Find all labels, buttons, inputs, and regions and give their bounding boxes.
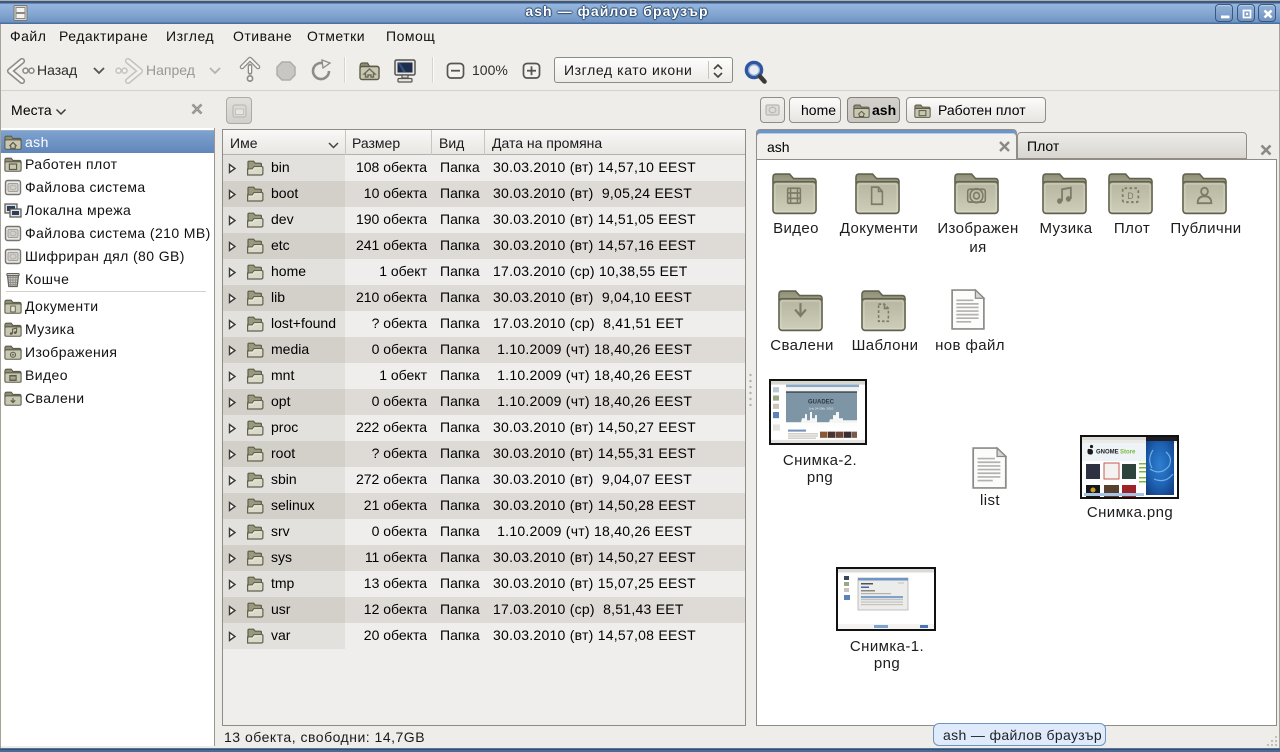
svg-text:D: D — [1127, 191, 1134, 201]
svg-text:GUADEC: GUADEC — [808, 399, 835, 406]
svg-text:Store: Store — [1120, 450, 1136, 456]
svg-text:GNOME: GNOME — [1096, 450, 1119, 456]
svg-text:July 24-30th, 2010: July 24-30th, 2010 — [809, 406, 834, 410]
